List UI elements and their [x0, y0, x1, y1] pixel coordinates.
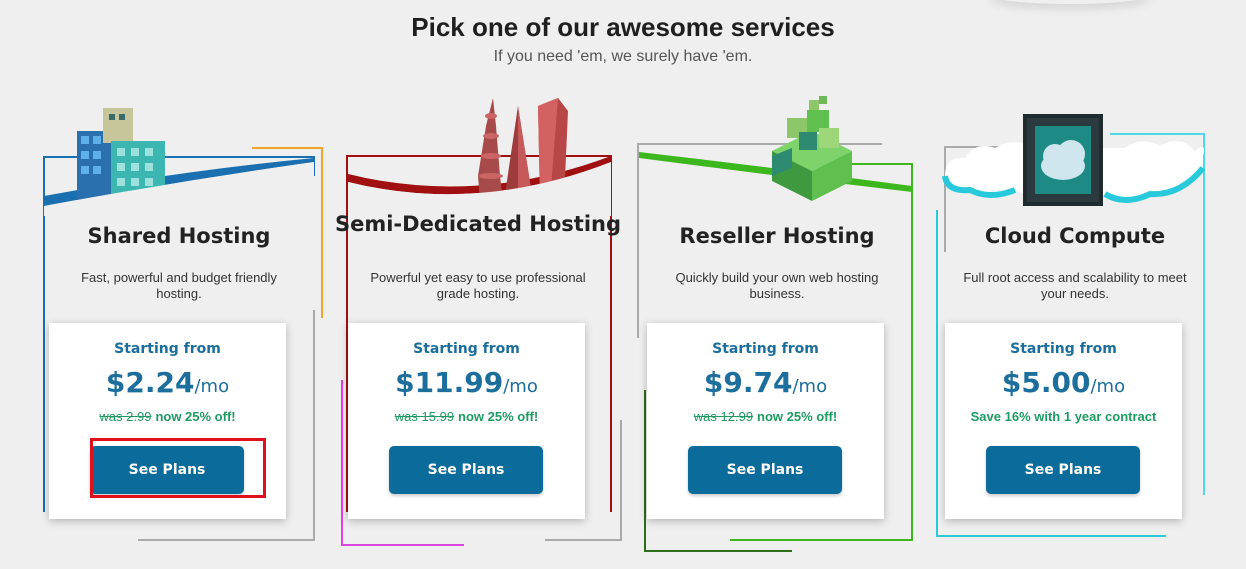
service-title: Shared Hosting [87, 224, 271, 248]
cloud-chip-icon [942, 114, 1206, 206]
price: $9.74/mo [647, 363, 884, 407]
price-amount: $2.24 [105, 366, 195, 399]
price-box: Starting from $5.00/mo Save 16% with 1 y… [945, 323, 1182, 519]
starting-from-label: Starting from [1010, 341, 1117, 357]
service-card-reseller-hosting: Reseller Hosting Quickly build your own … [627, 0, 927, 569]
see-plans-button[interactable]: See Plans [688, 446, 842, 494]
price: $2.24/mo [49, 363, 286, 407]
see-plans-button[interactable]: See Plans [389, 446, 543, 494]
deal-text: Save 16% with 1 year contract [970, 409, 1157, 424]
service-title: Reseller Hosting [679, 224, 875, 248]
service-description: Fast, powerful and budget friendly hosti… [81, 270, 277, 301]
price-amount: $11.99 [395, 366, 504, 399]
price-period: /mo [1090, 376, 1126, 397]
green-blocks-icon [639, 96, 912, 201]
price-period: /mo [503, 376, 538, 397]
service-description: Quickly build your own web hosting busin… [675, 270, 879, 301]
service-card-semi-dedicated-hosting: Semi-Dedicated Hosting Powerful yet easy… [328, 0, 628, 569]
price-amount: $5.00 [1001, 366, 1091, 399]
service-description: Full root access and scalability to meet… [963, 270, 1187, 301]
price-period: /mo [194, 376, 230, 397]
service-title: Cloud Compute [984, 224, 1166, 248]
old-price: was 15.99 [394, 409, 455, 424]
deal-text: now 25% off! [757, 409, 838, 424]
price-amount: $9.74 [703, 366, 793, 399]
old-price: was 12.99 [693, 409, 754, 424]
service-card-shared-hosting: Shared Hosting Fast, powerful and budget… [29, 0, 329, 569]
discount-text: was 15.99 now 25% off! [348, 409, 585, 424]
towers-icon [348, 98, 611, 216]
service-card-cloud-compute: Cloud Compute Full root access and scala… [925, 0, 1225, 569]
discount-text: was 2.99 now 25% off! [49, 409, 286, 424]
old-price: was 2.99 [99, 409, 152, 424]
starting-from-label: Starting from [712, 341, 819, 357]
starting-from-label: Starting from [114, 341, 221, 357]
service-description: Powerful yet easy to use professional gr… [370, 270, 586, 301]
price-period: /mo [792, 376, 828, 397]
discount-text: Save 16% with 1 year contract [945, 409, 1182, 424]
discount-text: was 12.99 now 25% off! [647, 409, 884, 424]
see-plans-button[interactable]: See Plans [986, 446, 1140, 494]
deal-text: now 25% off! [458, 409, 539, 424]
price: $11.99/mo [348, 363, 585, 407]
starting-from-label: Starting from [413, 341, 520, 357]
service-title: Semi-Dedicated Hosting [334, 212, 622, 236]
see-plans-button[interactable]: See Plans [90, 446, 244, 494]
deal-text: now 25% off! [155, 409, 236, 424]
office-buildings-icon [44, 108, 314, 216]
price: $5.00/mo [945, 363, 1182, 407]
price-box: Starting from $2.24/mo was 2.99 now 25% o… [49, 323, 286, 519]
price-box: Starting from $9.74/mo was 12.99 now 25% … [647, 323, 884, 519]
price-box: Starting from $11.99/mo was 15.99 now 25%… [348, 323, 585, 519]
